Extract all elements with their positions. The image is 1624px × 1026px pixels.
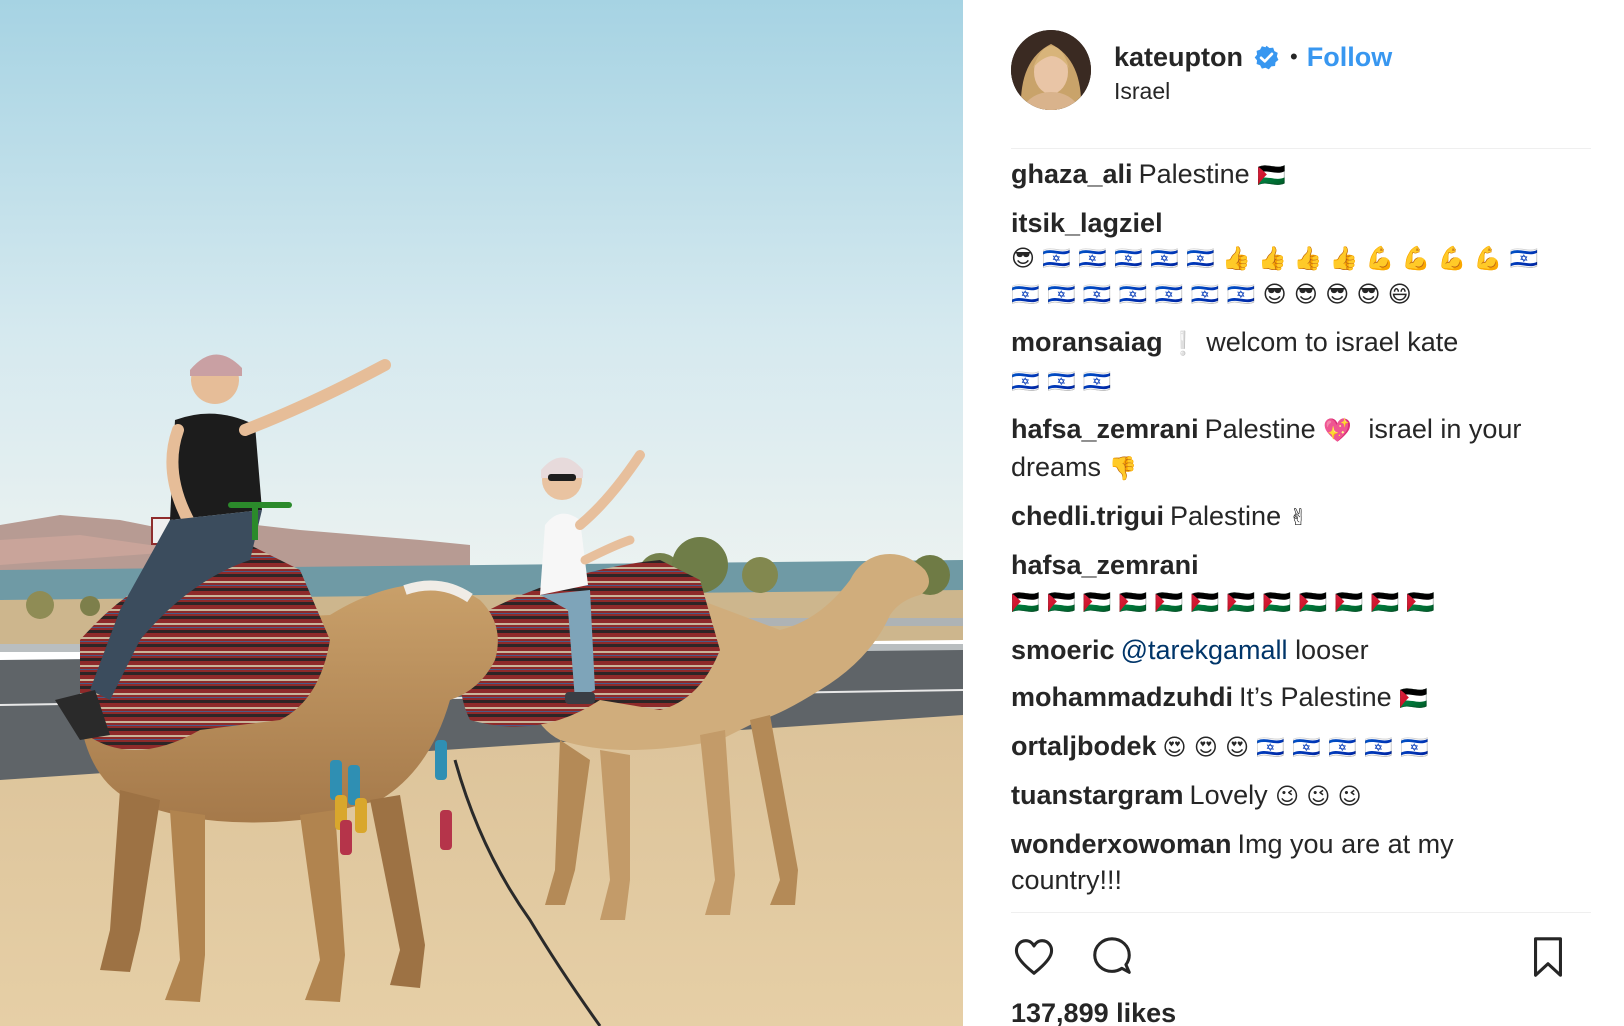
header-divider <box>1011 148 1591 149</box>
avatar-photo <box>1011 30 1091 110</box>
bookmark-icon <box>1534 937 1562 977</box>
comment-text: Palestine <box>1170 501 1282 531</box>
comment-author[interactable]: mohammadzuhdi <box>1011 682 1233 712</box>
comment-item: moransaiag ❕ welcom to israel kate 🇮🇱 🇮🇱 🇮… <box>1011 324 1571 400</box>
comment-emojis: 🇮🇱 🇮🇱 🇮🇱 <box>1011 369 1112 395</box>
comment-item: itsik_lagziel 😎 🇮🇱 🇮🇱 🇮🇱 🇮🇱 🇮🇱 👍 👍 👍 👍 💪 … <box>1011 205 1571 313</box>
comment-author[interactable]: tuanstargram <box>1011 780 1184 810</box>
comment-emojis: ✌ <box>1288 505 1308 531</box>
actions-divider <box>1011 912 1591 913</box>
follow-button[interactable]: Follow <box>1307 42 1392 73</box>
post-details-panel: kateupton • Follow Israel ghaza_ali Pales… <box>963 0 1624 1026</box>
comment-author[interactable]: itsik_lagziel <box>1011 208 1163 238</box>
comment-emojis: 💖 <box>1323 418 1352 444</box>
comment-emojis: 😍 😍 😍 🇮🇱 🇮🇱 🇮🇱 🇮🇱 🇮🇱 <box>1162 735 1429 761</box>
comment-author[interactable]: chedli.trigui <box>1011 501 1164 531</box>
comments-list: ghaza_ali Palestine 🇵🇸 itsik_lagziel😎 🇮🇱 … <box>1011 156 1571 909</box>
comment-item: chedli.trigui Palestine ✌ <box>1011 498 1571 536</box>
comment-item: hafsa_zemrani Palestine 💖 israel in your … <box>1011 411 1571 487</box>
like-button[interactable] <box>1011 934 1057 980</box>
comment-item: ghaza_ali Palestine 🇵🇸 <box>1011 156 1571 194</box>
comment-button[interactable] <box>1089 934 1135 980</box>
comment-text: Palestine <box>1138 159 1250 189</box>
comment-text: Palestine <box>1204 414 1316 444</box>
comment-author[interactable]: hafsa_zemrani <box>1011 414 1199 444</box>
comment-author[interactable]: ghaza_ali <box>1011 159 1133 189</box>
save-button[interactable] <box>1525 934 1571 980</box>
post-header: kateupton • Follow Israel <box>1011 30 1591 116</box>
comment-emojis: 🇵🇸 <box>1257 163 1286 189</box>
comment-author[interactable]: ortaljbodek <box>1011 731 1157 761</box>
camel-ride-photo <box>0 0 963 1026</box>
comment-author[interactable]: moransaiag <box>1011 327 1163 357</box>
post-photo[interactable] <box>0 0 963 1026</box>
comment-text: welcom to israel kate <box>1206 327 1459 357</box>
comment-item: mohammadzuhdi It’s Palestine 🇵🇸 <box>1011 679 1571 717</box>
comment-author[interactable]: smoeric <box>1011 635 1115 665</box>
comment-author[interactable]: wonderxowoman <box>1011 829 1232 859</box>
comment-emojis: 🇵🇸 <box>1399 686 1428 712</box>
comment-author[interactable]: hafsa_zemrani <box>1011 550 1199 580</box>
comment-emojis-leading: ❕ <box>1168 331 1198 357</box>
comment-text: looser <box>1295 635 1369 665</box>
comment-mention-link[interactable]: @tarekgamall <box>1121 635 1288 665</box>
likes-count[interactable]: 137,899 likes <box>1011 998 1176 1026</box>
comment-text: Lovely <box>1189 780 1268 810</box>
comment-bubble-icon <box>1093 937 1131 974</box>
location-link[interactable]: Israel <box>1114 78 1170 105</box>
comment-item: hafsa_zemrani 🇵🇸 🇵🇸 🇵🇸 🇵🇸 🇵🇸 🇵🇸 🇵🇸 🇵🇸 🇵🇸 … <box>1011 547 1571 621</box>
comment-item: smoeric @tarekgamall looser <box>1011 632 1571 668</box>
verified-badge-icon <box>1254 45 1279 69</box>
comment-emojis: 😎 🇮🇱 🇮🇱 🇮🇱 🇮🇱 🇮🇱 👍 👍 👍 👍 💪 💪 💪 💪 🇮🇱 🇮🇱 🇮… <box>1011 246 1539 308</box>
comment-emojis: 😉 😉 😉 <box>1275 784 1362 810</box>
comment-emojis: 🇵🇸 🇵🇸 🇵🇸 🇵🇸 🇵🇸 🇵🇸 🇵🇸 🇵🇸 🇵🇸 🇵🇸 🇵🇸 🇵🇸 <box>1011 590 1436 616</box>
comment-item: wonderxowoman Img you are at my country!!… <box>1011 826 1571 898</box>
heart-icon <box>1014 939 1054 975</box>
comment-item: tuanstargram Lovely 😉 😉 😉 <box>1011 777 1571 815</box>
comment-item: ortaljbodek 😍 😍 😍 🇮🇱 🇮🇱 🇮🇱 🇮🇱 🇮🇱 <box>1011 728 1571 766</box>
username[interactable]: kateupton <box>1114 42 1243 73</box>
comment-emojis-trailing: 👎 <box>1108 456 1138 482</box>
separator-dot: • <box>1290 44 1298 69</box>
username-row: kateupton • Follow <box>1114 39 1392 75</box>
comment-text: It’s Palestine <box>1239 682 1392 712</box>
post-actions <box>1011 934 1591 980</box>
avatar[interactable] <box>1011 30 1091 110</box>
